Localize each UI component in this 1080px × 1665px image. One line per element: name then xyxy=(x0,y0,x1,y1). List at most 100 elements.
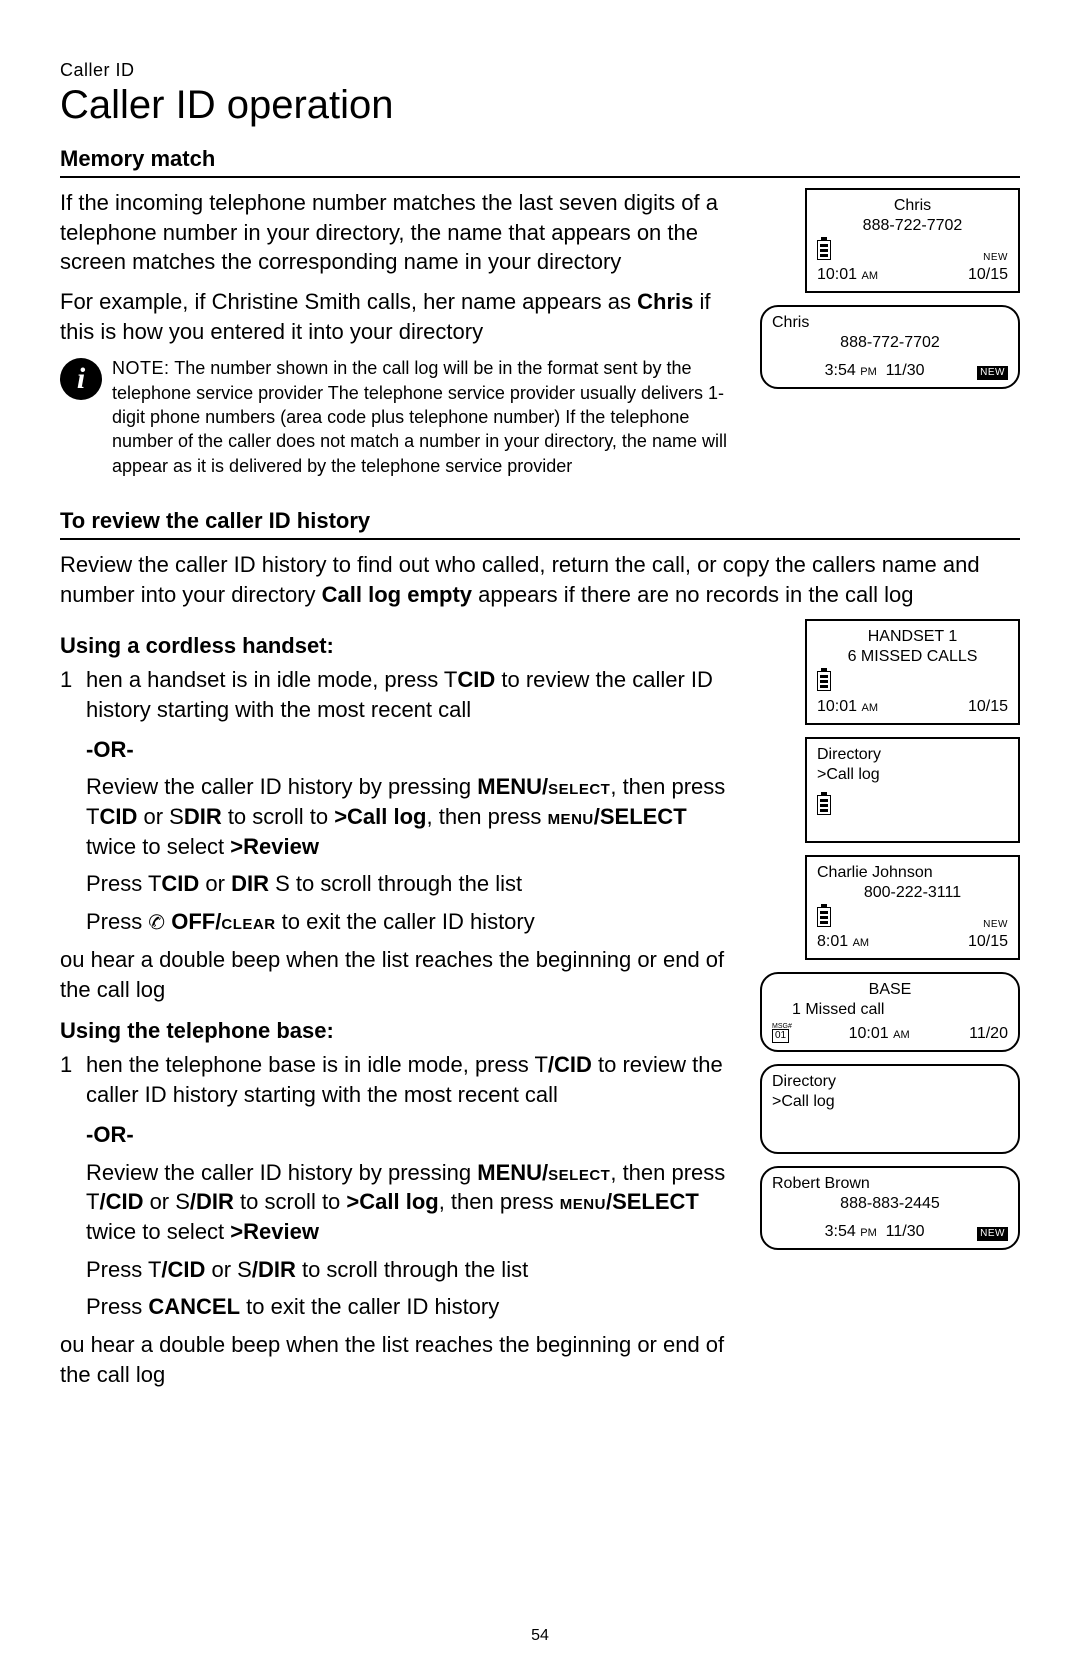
screen-number: 800-222-3111 xyxy=(817,883,1008,903)
key-label: /DIR xyxy=(252,1257,296,1282)
screen-name: Chris xyxy=(772,313,1008,333)
key-label: >Call log xyxy=(346,1189,438,1214)
screen-ampm: AM xyxy=(862,270,879,282)
note-label: NOTE: xyxy=(112,358,170,378)
text: or S xyxy=(205,1257,251,1282)
screen-ampm: AM xyxy=(853,937,870,949)
screen-time: 3:54 xyxy=(825,1223,856,1240)
screen-chris-handset: Chris 888-722-7702 NEW 10:01 AM 10/15 xyxy=(805,188,1020,293)
screen-line: 1 Missed call xyxy=(772,1000,1008,1020)
key-label: menu xyxy=(548,804,594,829)
section-memory-match: Memory match xyxy=(60,146,1020,178)
screen-line: Directory xyxy=(817,745,1008,765)
info-icon: i xyxy=(60,358,102,400)
text: or S xyxy=(137,804,183,829)
text: Press xyxy=(86,909,148,934)
screen-date: 10/15 xyxy=(968,265,1008,285)
page-number: 54 xyxy=(0,1627,1080,1645)
screen-name: Charlie Johnson xyxy=(817,863,1008,883)
eyebrow: Caller ID xyxy=(60,60,1020,81)
screen-line: >Call log xyxy=(772,1092,1008,1112)
screen-line: 6 MISSED CALLS xyxy=(817,647,1008,667)
base-step-1: 1 hen the telephone base is in idle mode… xyxy=(60,1050,742,1109)
key-label: select xyxy=(548,1160,610,1185)
text: or xyxy=(199,871,231,896)
subhead-handset: Using a cordless handset: xyxy=(60,633,742,659)
screen-base-menu: Directory >Call log xyxy=(760,1064,1020,1154)
key-label: clear xyxy=(221,909,275,934)
text: Review the caller ID history by pressing xyxy=(86,1160,477,1185)
text: hen a handset is in idle mode, press T xyxy=(86,667,457,692)
memory-match-p1: If the incoming telephone number matches… xyxy=(60,188,742,277)
note-text: NOTE: The number shown in the call log w… xyxy=(112,356,742,477)
screen-date: 11/30 xyxy=(886,362,925,379)
screen-number: 888-883-2445 xyxy=(772,1194,1008,1214)
screen-number: 888-772-7702 xyxy=(772,333,1008,353)
battery-icon xyxy=(817,907,831,927)
screen-number: 888-722-7702 xyxy=(817,216,1008,236)
key-label: /SELECT xyxy=(594,804,687,829)
text: Press T xyxy=(86,1257,161,1282)
key-label: MENU/ xyxy=(477,1160,548,1185)
key-label: CID xyxy=(161,871,199,896)
or-divider: -OR- xyxy=(86,1120,742,1150)
key-label: >Review xyxy=(230,1219,319,1244)
key-label: >Review xyxy=(230,834,319,859)
review-intro: Review the caller ID history to find out… xyxy=(60,550,1020,609)
screen-date: 10/15 xyxy=(968,697,1008,717)
memory-match-p2: For example, if Christine Smith calls, h… xyxy=(60,287,742,346)
screen-ampm: AM xyxy=(893,1029,910,1041)
key-label: CID xyxy=(457,667,495,692)
screen-handset-menu: Directory >Call log xyxy=(805,737,1020,843)
text: twice to select xyxy=(86,834,230,859)
key-label: /SELECT xyxy=(606,1189,699,1214)
text: to scroll through the list xyxy=(296,1257,528,1282)
screen-base-idle: BASE 1 Missed call MSG#01 10:01 AM 11/20 xyxy=(760,972,1020,1052)
base-alt: Review the caller ID history by pressing… xyxy=(86,1158,742,1247)
base-exit: Press CANCEL to exit the caller ID histo… xyxy=(86,1292,742,1322)
text: , then press xyxy=(439,1189,560,1214)
step-number: 1 xyxy=(60,665,86,724)
msg-badge: MSG#01 xyxy=(772,1029,789,1044)
new-badge: NEW xyxy=(977,366,1008,381)
screen-name: Robert Brown xyxy=(772,1174,1008,1194)
screen-charlie: Charlie Johnson 800-222-3111 NEW 8:01 AM… xyxy=(805,855,1020,960)
key-label: CID xyxy=(99,804,137,829)
text: , then press xyxy=(426,804,547,829)
key-label: >Call log xyxy=(334,804,426,829)
handset-exit: Press ✆ OFF/clear to exit the caller ID … xyxy=(86,907,742,937)
text: Press xyxy=(86,1294,148,1319)
handset-step-1: 1 hen a handset is in idle mode, press T… xyxy=(60,665,742,724)
key-label: DIR xyxy=(231,871,269,896)
new-badge: NEW xyxy=(983,919,1008,932)
screen-date: 11/20 xyxy=(969,1024,1008,1044)
key-label: MENU/ xyxy=(477,774,548,799)
battery-icon xyxy=(817,671,831,691)
key-label: select xyxy=(548,774,610,799)
key-label: /CID xyxy=(99,1189,143,1214)
text: For example, if Christine Smith calls, h… xyxy=(60,289,637,314)
or-divider: -OR- xyxy=(86,735,742,765)
handset-scroll: Press TCID or DIR S to scroll through th… xyxy=(86,869,742,899)
battery-icon xyxy=(817,240,831,260)
base-scroll: Press T/CID or S/DIR to scroll through t… xyxy=(86,1255,742,1285)
handset-alt: Review the caller ID history by pressing… xyxy=(86,772,742,861)
screen-time: 8:01 xyxy=(817,933,848,950)
screen-date: 10/15 xyxy=(968,932,1008,952)
screen-chris-base: Chris 888-772-7702 3:54 PM 11/30 NEW xyxy=(760,305,1020,389)
text: Press T xyxy=(86,871,161,896)
text: Review the caller ID history by pressing xyxy=(86,774,477,799)
key-label: /CID xyxy=(548,1052,592,1077)
screen-time: 3:54 xyxy=(825,362,856,379)
text: hen the telephone base is in idle mode, … xyxy=(86,1052,548,1077)
key-label: DIR xyxy=(184,804,222,829)
screen-robert: Robert Brown 888-883-2445 3:54 PM 11/30 … xyxy=(760,1166,1020,1250)
screen-line: Directory xyxy=(772,1072,1008,1092)
screen-time: 10:01 xyxy=(849,1025,889,1042)
screen-date: 11/30 xyxy=(886,1223,925,1240)
section-review: To review the caller ID history xyxy=(60,508,1020,540)
key-label: /DIR xyxy=(190,1189,234,1214)
screen-line: HANDSET 1 xyxy=(817,627,1008,647)
page-title: Caller ID operation xyxy=(60,83,1020,128)
screen-line: BASE xyxy=(772,980,1008,1000)
